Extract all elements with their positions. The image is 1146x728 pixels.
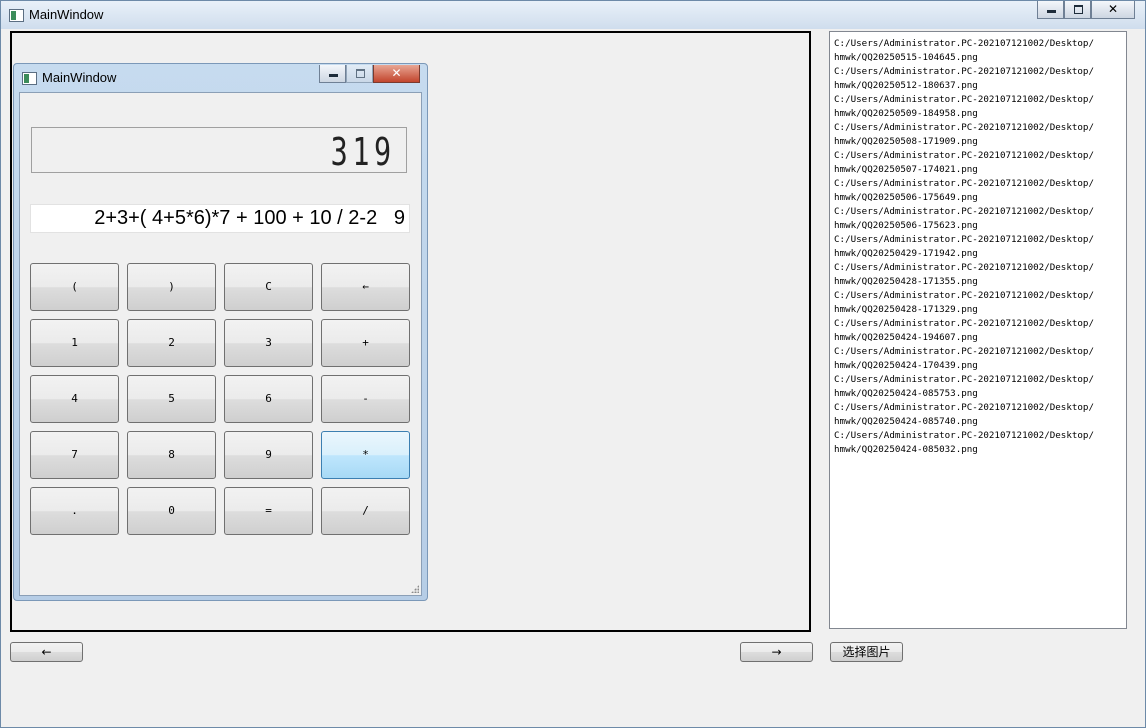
key-multiply: * bbox=[321, 431, 410, 479]
list-item[interactable]: C:/Users/Administrator.PC-202107121002/D… bbox=[834, 121, 1124, 135]
list-item[interactable]: hmwk/QQ20250428-171329.png bbox=[834, 303, 1124, 317]
key-7: 7 bbox=[30, 431, 119, 479]
key-5: 5 bbox=[127, 375, 216, 423]
app-window-icon bbox=[9, 9, 24, 22]
list-item[interactable]: C:/Users/Administrator.PC-202107121002/D… bbox=[834, 373, 1124, 387]
result-value: 319 bbox=[331, 130, 396, 174]
list-item[interactable]: hmwk/QQ20250515-104645.png bbox=[834, 51, 1124, 65]
calculator-minimize-icon bbox=[319, 65, 346, 83]
list-item[interactable]: hmwk/QQ20250508-171909.png bbox=[834, 135, 1124, 149]
list-item[interactable]: hmwk/QQ20250424-194607.png bbox=[834, 331, 1124, 345]
list-item[interactable]: hmwk/QQ20250506-175623.png bbox=[834, 219, 1124, 233]
list-item[interactable]: hmwk/QQ20250512-180637.png bbox=[834, 79, 1124, 93]
list-item[interactable]: hmwk/QQ20250424-085032.png bbox=[834, 443, 1124, 457]
key-2: 2 bbox=[127, 319, 216, 367]
list-item[interactable]: C:/Users/Administrator.PC-202107121002/D… bbox=[834, 261, 1124, 275]
calculator-maximize-icon bbox=[346, 65, 373, 83]
key-9: 9 bbox=[224, 431, 313, 479]
list-item[interactable]: C:/Users/Administrator.PC-202107121002/D… bbox=[834, 65, 1124, 79]
image-view: MainWindow ✕ 319 2+3+( 4+5*6)*7 + 100 + … bbox=[10, 31, 811, 632]
list-item[interactable]: C:/Users/Administrator.PC-202107121002/D… bbox=[834, 429, 1124, 443]
previous-image-button[interactable]: ← bbox=[10, 642, 83, 662]
key-3: 3 bbox=[224, 319, 313, 367]
calculator-screenshot-window: MainWindow ✕ 319 2+3+( 4+5*6)*7 + 100 + … bbox=[13, 63, 428, 601]
key-lparen: ( bbox=[30, 263, 119, 311]
key-divide: / bbox=[321, 487, 410, 535]
key-6: 6 bbox=[224, 375, 313, 423]
list-item[interactable]: C:/Users/Administrator.PC-202107121002/D… bbox=[834, 401, 1124, 415]
file-list[interactable]: C:/Users/Administrator.PC-202107121002/D… bbox=[829, 31, 1127, 629]
list-item[interactable]: C:/Users/Administrator.PC-202107121002/D… bbox=[834, 37, 1124, 51]
key-plus: + bbox=[321, 319, 410, 367]
close-icon[interactable]: ✕ bbox=[1091, 1, 1135, 19]
window-title: MainWindow bbox=[29, 7, 104, 22]
key-rparen: ) bbox=[127, 263, 216, 311]
key-8: 8 bbox=[127, 431, 216, 479]
result-display: 319 bbox=[31, 127, 407, 174]
list-item[interactable]: hmwk/QQ20250506-175649.png bbox=[834, 191, 1124, 205]
list-item[interactable]: C:/Users/Administrator.PC-202107121002/D… bbox=[834, 177, 1124, 191]
next-image-button[interactable]: → bbox=[740, 642, 813, 662]
list-item[interactable]: C:/Users/Administrator.PC-202107121002/D… bbox=[834, 317, 1124, 331]
key-equals: = bbox=[224, 487, 313, 535]
list-item[interactable]: C:/Users/Administrator.PC-202107121002/D… bbox=[834, 345, 1124, 359]
calculator-title-bar: MainWindow ✕ bbox=[14, 64, 427, 91]
list-item[interactable]: hmwk/QQ20250424-085753.png bbox=[834, 387, 1124, 401]
list-item[interactable]: C:/Users/Administrator.PC-202107121002/D… bbox=[834, 233, 1124, 247]
list-item[interactable]: C:/Users/Administrator.PC-202107121002/D… bbox=[834, 205, 1124, 219]
key-4: 4 bbox=[30, 375, 119, 423]
key-backspace: ← bbox=[321, 263, 410, 311]
calculator-close-icon: ✕ bbox=[373, 65, 420, 83]
list-item[interactable]: hmwk/QQ20250509-184958.png bbox=[834, 107, 1124, 121]
main-window: MainWindow ✕ MainWindow ✕ 319 2 +3+(4+5*… bbox=[0, 0, 1146, 728]
calculator-app-icon bbox=[22, 72, 37, 85]
list-item[interactable]: C:/Users/Administrator.PC-202107121002/D… bbox=[834, 289, 1124, 303]
expression-input: 2+3+( 4+5*6)*7 + 100 + 10 / 2-2 9 bbox=[30, 204, 410, 233]
window-controls: ✕ bbox=[1037, 1, 1135, 21]
calculator-window-controls: ✕ bbox=[319, 65, 420, 85]
list-item[interactable]: hmwk/QQ20250429-171942.png bbox=[834, 247, 1124, 261]
title-bar: MainWindow ✕ bbox=[1, 1, 1145, 29]
key-minus: - bbox=[321, 375, 410, 423]
list-item[interactable]: hmwk/QQ20250424-085740.png bbox=[834, 415, 1124, 429]
maximize-icon[interactable] bbox=[1064, 1, 1091, 19]
calculator-window-title: MainWindow bbox=[42, 70, 117, 85]
list-item[interactable]: C:/Users/Administrator.PC-202107121002/D… bbox=[834, 149, 1124, 163]
list-item[interactable]: hmwk/QQ20250424-170439.png bbox=[834, 359, 1124, 373]
select-image-button[interactable]: 选择图片 bbox=[830, 642, 903, 662]
minimize-icon[interactable] bbox=[1037, 1, 1064, 19]
key-1: 1 bbox=[30, 319, 119, 367]
list-item[interactable]: hmwk/QQ20250428-171355.png bbox=[834, 275, 1124, 289]
list-item[interactable]: hmwk/QQ20250507-174021.png bbox=[834, 163, 1124, 177]
key-dot: . bbox=[30, 487, 119, 535]
key-clear: C bbox=[224, 263, 313, 311]
resize-grip-icon bbox=[411, 585, 419, 593]
calculator-body: 319 2+3+( 4+5*6)*7 + 100 + 10 / 2-2 9 ()… bbox=[19, 92, 422, 596]
key-0: 0 bbox=[127, 487, 216, 535]
list-item[interactable]: C:/Users/Administrator.PC-202107121002/D… bbox=[834, 93, 1124, 107]
